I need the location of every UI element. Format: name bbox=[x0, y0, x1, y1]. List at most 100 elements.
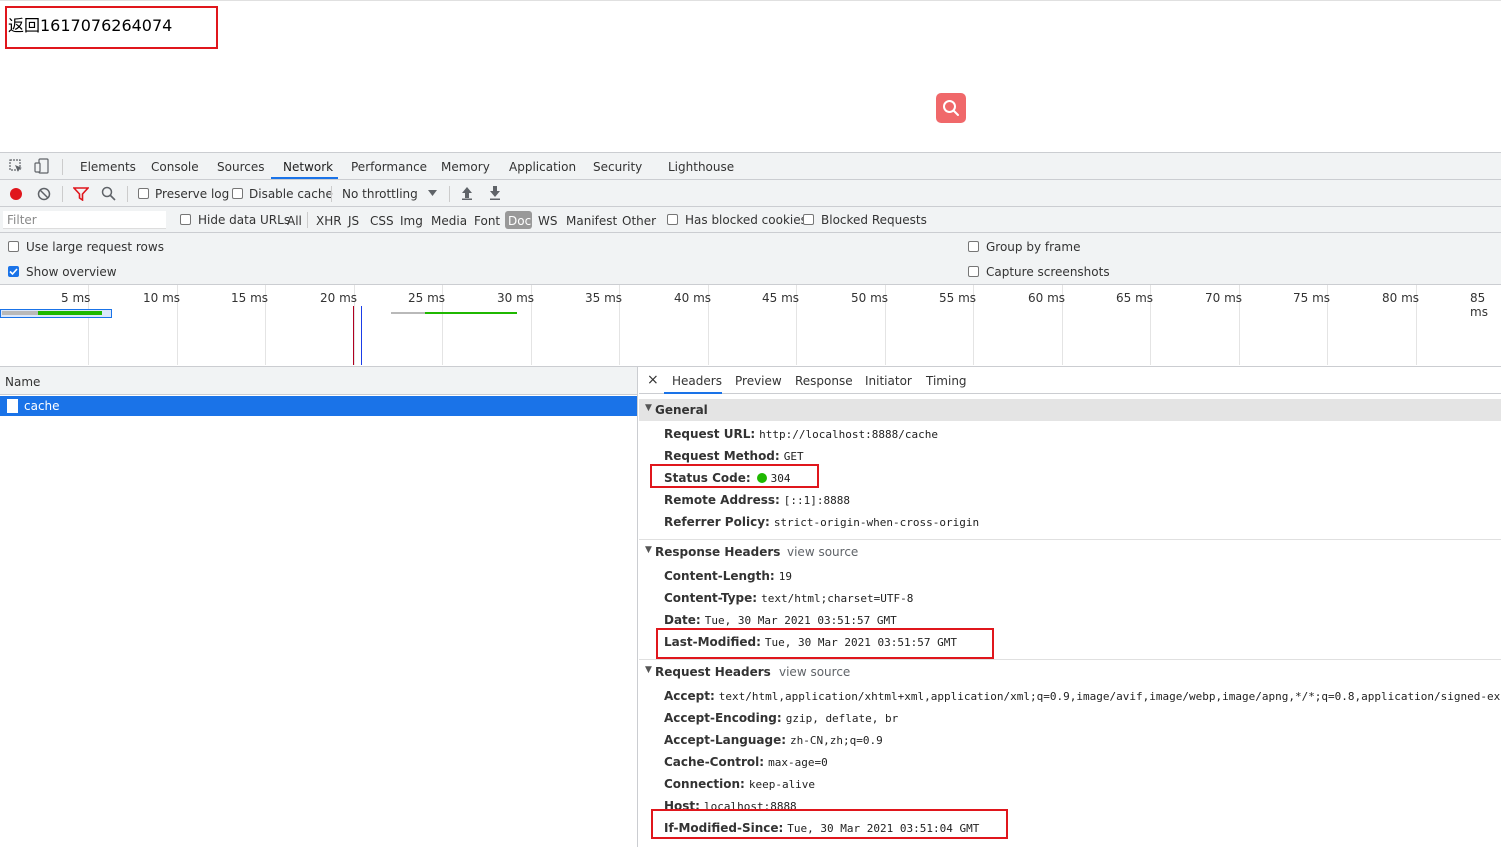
filter-type-js[interactable]: JS bbox=[348, 214, 359, 228]
devtools-panel: Elements Console Sources Network Perform… bbox=[0, 152, 1501, 847]
tab-application[interactable]: Application bbox=[509, 160, 576, 174]
tab-headers[interactable]: Headers bbox=[672, 374, 722, 388]
use-large-rows-checkbox[interactable] bbox=[8, 241, 19, 252]
use-large-rows-label: Use large request rows bbox=[26, 240, 164, 254]
export-har-icon[interactable] bbox=[489, 186, 501, 200]
expand-triangle-icon: ▼ bbox=[645, 665, 652, 675]
has-blocked-cookies-label: Has blocked cookies bbox=[685, 213, 807, 227]
tick-label: 85 ms bbox=[1470, 291, 1488, 319]
load-event-line bbox=[353, 306, 354, 365]
tab-elements[interactable]: Elements bbox=[80, 160, 136, 174]
header-row: Content-Length: 19 bbox=[664, 569, 792, 583]
tab-console[interactable]: Console bbox=[151, 160, 199, 174]
tab-network[interactable]: Network bbox=[283, 160, 333, 174]
table-row[interactable]: cache bbox=[0, 396, 637, 416]
tick-label: 20 ms bbox=[320, 291, 358, 305]
import-har-icon[interactable] bbox=[461, 186, 473, 200]
request-headers-section-header[interactable]: ▼ Request Headers view source bbox=[639, 661, 1501, 683]
chevron-down-icon[interactable] bbox=[428, 190, 437, 196]
request-bar-download bbox=[425, 312, 517, 314]
highlight-box-last-modified bbox=[656, 628, 994, 659]
tick-label: 5 ms bbox=[61, 291, 91, 305]
preserve-log-label: Preserve log bbox=[155, 187, 230, 201]
header-row: Request URL: http://localhost:8888/cache bbox=[664, 427, 938, 441]
tab-performance[interactable]: Performance bbox=[351, 160, 427, 174]
tick-label: 60 ms bbox=[1028, 291, 1066, 305]
header-row: Connection: keep-alive bbox=[664, 777, 816, 791]
header-row: Accept: text/html,application/xhtml+xml,a… bbox=[664, 689, 1501, 703]
search-icon bbox=[943, 100, 959, 116]
header-row: Accept-Encoding: gzip, deflate, br bbox=[664, 711, 899, 725]
general-section-header[interactable]: ▼ General bbox=[639, 399, 1501, 421]
tab-initiator[interactable]: Initiator bbox=[865, 374, 912, 388]
capture-screenshots-label: Capture screenshots bbox=[986, 265, 1110, 279]
hide-data-urls-checkbox[interactable] bbox=[180, 214, 191, 225]
name-column-label: Name bbox=[5, 375, 41, 389]
active-tab-indicator bbox=[664, 392, 722, 394]
filter-type-xhr[interactable]: XHR bbox=[316, 214, 342, 228]
hide-data-urls-label: Hide data URLs bbox=[198, 213, 291, 227]
timeline-overview[interactable]: 5 ms 10 ms 15 ms 20 ms 25 ms 30 ms 35 ms… bbox=[0, 285, 1501, 367]
tick-label: 10 ms bbox=[143, 291, 181, 305]
disable-cache-checkbox[interactable] bbox=[232, 188, 243, 199]
filter-bar: Filter Hide data URLs All XHR JS CSS Img… bbox=[0, 207, 1501, 233]
device-toolbar-icon[interactable] bbox=[34, 158, 50, 174]
blocked-requests-checkbox[interactable] bbox=[803, 214, 814, 225]
search-icon[interactable] bbox=[101, 186, 116, 201]
response-headers-section-header[interactable]: ▼ Response Headers view source bbox=[639, 541, 1501, 563]
filter-type-other[interactable]: Other bbox=[622, 214, 656, 228]
inspect-element-icon[interactable] bbox=[9, 159, 23, 173]
throttling-select[interactable]: No throttling bbox=[342, 187, 418, 201]
tab-preview[interactable]: Preview bbox=[735, 374, 782, 388]
filter-type-all[interactable]: All bbox=[287, 214, 302, 228]
request-bar-download bbox=[38, 311, 102, 315]
filter-type-manifest[interactable]: Manifest bbox=[566, 214, 617, 228]
filter-input[interactable]: Filter bbox=[3, 211, 166, 229]
tab-sources[interactable]: Sources bbox=[217, 160, 264, 174]
view-source-link[interactable]: view source bbox=[779, 665, 850, 679]
capture-screenshots-checkbox[interactable] bbox=[968, 266, 979, 277]
tick-label: 65 ms bbox=[1116, 291, 1154, 305]
filter-type-font[interactable]: Font bbox=[474, 214, 500, 228]
record-icon[interactable] bbox=[9, 187, 23, 201]
tab-security[interactable]: Security bbox=[593, 160, 642, 174]
view-source-link[interactable]: view source bbox=[787, 545, 858, 559]
filter-type-media[interactable]: Media bbox=[431, 214, 467, 228]
tab-lighthouse[interactable]: Lighthouse bbox=[668, 160, 734, 174]
has-blocked-cookies-checkbox[interactable] bbox=[667, 214, 678, 225]
request-bar-waiting bbox=[2, 311, 38, 315]
section-title: Request Headers bbox=[655, 665, 771, 679]
filter-type-ws[interactable]: WS bbox=[538, 214, 557, 228]
tick-label: 35 ms bbox=[585, 291, 623, 305]
disable-cache-label: Disable cache bbox=[249, 187, 333, 201]
filter-type-img[interactable]: Img bbox=[400, 214, 423, 228]
tab-memory[interactable]: Memory bbox=[441, 160, 490, 174]
devtools-tabbar: Elements Console Sources Network Perform… bbox=[0, 153, 1501, 180]
header-row: Cache-Control: max-age=0 bbox=[664, 755, 828, 769]
section-title: Response Headers bbox=[655, 545, 781, 559]
active-tab-indicator bbox=[271, 177, 338, 179]
group-by-frame-checkbox[interactable] bbox=[968, 241, 979, 252]
filter-type-doc-selected[interactable]: Doc bbox=[505, 211, 532, 229]
checkmark-icon bbox=[9, 268, 18, 276]
expand-triangle-icon: ▼ bbox=[645, 403, 652, 413]
name-column-header[interactable]: Name bbox=[0, 367, 637, 395]
network-options-bar: Use large request rows Show overview Gro… bbox=[0, 233, 1501, 285]
filter-type-doc: Doc bbox=[508, 214, 532, 228]
highlight-box-if-modified-since bbox=[651, 809, 1008, 839]
filter-placeholder: Filter bbox=[7, 213, 37, 227]
preserve-log-checkbox[interactable] bbox=[138, 188, 149, 199]
tick-label: 50 ms bbox=[851, 291, 889, 305]
search-button[interactable] bbox=[936, 93, 966, 123]
close-icon[interactable]: × bbox=[647, 372, 659, 388]
tick-label: 80 ms bbox=[1382, 291, 1420, 305]
filter-type-css[interactable]: CSS bbox=[370, 214, 394, 228]
tab-timing[interactable]: Timing bbox=[926, 374, 967, 388]
clear-icon[interactable] bbox=[37, 187, 51, 201]
highlight-box-page-text bbox=[5, 6, 218, 49]
section-title: General bbox=[655, 403, 708, 417]
tick-label: 40 ms bbox=[674, 291, 712, 305]
filter-icon[interactable] bbox=[73, 187, 89, 201]
show-overview-checkbox[interactable] bbox=[8, 266, 19, 277]
tab-response[interactable]: Response bbox=[795, 374, 853, 388]
